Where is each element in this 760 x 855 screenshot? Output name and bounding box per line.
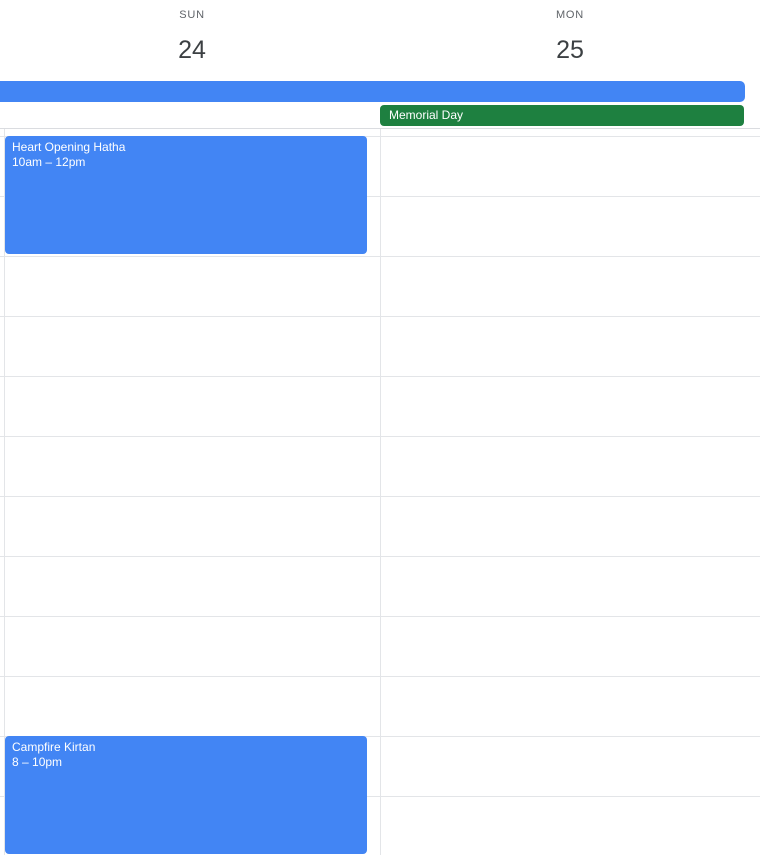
all-day-event-bar[interactable] [0,81,745,102]
date-number[interactable]: 24 [169,32,215,68]
hour-line [0,316,760,317]
hour-line [0,496,760,497]
day-header-sun: SUN 24 [4,0,380,78]
event-time: 8 – 10pm [12,755,63,769]
event-time: 10am – 12pm [12,155,86,169]
hour-line [0,376,760,377]
hour-line [0,616,760,617]
day-of-week-label: SUN [179,9,205,21]
hour-line [0,556,760,557]
event-heart-opening-hatha[interactable]: Heart Opening Hatha 10am – 12pm [5,136,367,254]
hour-line [0,676,760,677]
event-title: Campfire Kirtan [12,740,96,754]
event-title: Heart Opening Hatha [12,140,126,154]
day-header-mon: MON 25 [380,0,760,78]
date-number[interactable]: 25 [547,32,593,68]
memorial-day-chip[interactable]: Memorial Day [380,105,744,126]
hour-line [0,436,760,437]
event-campfire-kirtan[interactable]: Campfire Kirtan 8 – 10pm [5,736,367,854]
hour-line [0,256,760,257]
day-of-week-label: MON [555,9,585,21]
